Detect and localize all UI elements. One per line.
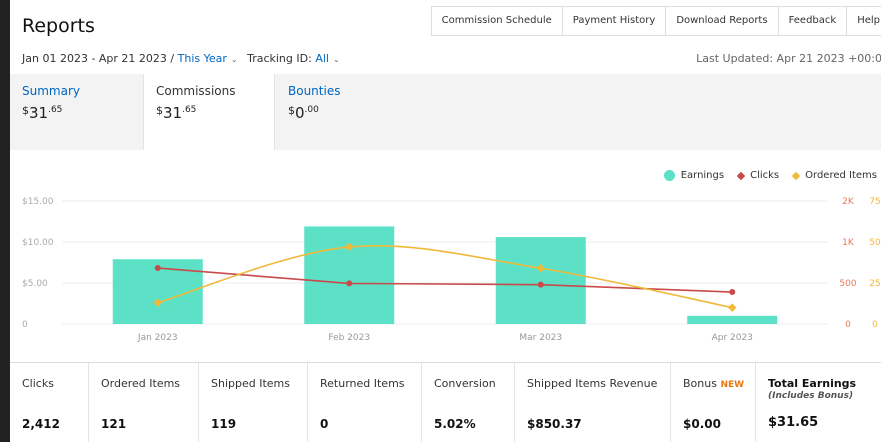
tab-summary-label: Summary: [22, 84, 80, 98]
stats-row: Clicks 2,412 Ordered Items 121 Shipped Ite…: [10, 362, 881, 442]
y-right-ordered-tick-label: 0: [872, 320, 878, 330]
y-right-ordered-tick-label: 50: [869, 238, 881, 248]
stat-conversion: Conversion 5.02%: [422, 363, 515, 442]
tab-summary-amount: $31.65: [22, 104, 63, 122]
y-left-tick-label: $15.00: [22, 197, 54, 207]
y-right-clicks-tick-label: 2K: [842, 197, 855, 207]
header: Reports Commission Schedule Payment Hist…: [10, 0, 881, 74]
legend-ordered-items[interactable]: Ordered Items: [791, 170, 877, 181]
y-right-ordered-tick-label: 25: [869, 279, 880, 289]
legend-earnings[interactable]: Earnings: [663, 170, 724, 181]
earnings-bar: [304, 226, 395, 324]
download-reports-button[interactable]: Download Reports: [666, 7, 779, 35]
chevron-down-icon[interactable]: ⌄: [333, 55, 340, 64]
commission-schedule-button[interactable]: Commission Schedule: [431, 7, 563, 35]
y-right-clicks-tick-label: 0: [845, 320, 851, 330]
legend-clicks[interactable]: Clicks: [736, 170, 779, 181]
filter-bar: Jan 01 2023 - Apr 21 2023 / This Year ⌄ T…: [22, 52, 346, 65]
tab-bounties-label: Bounties: [288, 84, 341, 98]
stat-clicks: Clicks 2,412: [10, 363, 89, 442]
page-title: Reports: [22, 15, 95, 37]
clicks-marker-icon: [736, 171, 746, 180]
stat-ordered-items: Ordered Items 121: [89, 363, 199, 442]
stat-total-earnings: Total Earnings (Includes Bonus) $31.65: [768, 377, 857, 430]
payment-history-button[interactable]: Payment History: [562, 7, 667, 35]
clicks-point: [154, 265, 161, 272]
earnings-chart: $15.00 2K 75$10.00 1K 50$5.00 500 250 0 0Jan 202…: [22, 197, 881, 343]
x-tick-label: Mar 2023: [519, 333, 562, 343]
date-preset-dropdown[interactable]: This Year: [178, 52, 227, 65]
ordered-marker-icon: [791, 171, 801, 180]
new-badge: NEW: [720, 380, 745, 390]
tab-summary[interactable]: Summary $31.65: [10, 74, 142, 150]
clicks-point: [346, 280, 353, 287]
y-right-ordered-tick-label: 75: [869, 197, 880, 207]
tab-commissions-label: Commissions: [156, 84, 236, 98]
chart-area: $15.00 2K 75 $10.00 1K 50 $5.00 500 25 0 0 0 Jan 202…: [10, 150, 881, 360]
tracking-id-label: Tracking ID:: [247, 52, 312, 65]
earnings-bar: [495, 237, 586, 324]
clicks-point: [537, 281, 544, 288]
ordered-items-line: [157, 244, 733, 309]
earnings-bar: [687, 315, 778, 324]
stat-shipped-revenue: Shipped Items Revenue $850.37: [515, 363, 671, 442]
y-right-clicks-tick-label: 500: [839, 279, 856, 289]
tab-bounties[interactable]: Bounties $0.00: [276, 74, 408, 150]
stat-shipped-items: Shipped Items 119: [199, 363, 308, 442]
y-left-tick-label: $5.00: [22, 279, 48, 289]
x-tick-label: Feb 2023: [328, 333, 370, 343]
tab-commissions-amount: $31.65: [156, 104, 197, 122]
ordered-items-point: [728, 303, 737, 312]
summary-tabs: Summary $31.65 Commissions $31.65 Bounti…: [10, 74, 881, 152]
tab-bounties-amount: $0.00: [288, 104, 319, 122]
x-tick-label: Jan 2023: [137, 333, 178, 343]
help-button[interactable]: Help: [847, 7, 881, 35]
stat-returned-items: Returned Items 0: [308, 363, 422, 442]
reports-page: Reports Commission Schedule Payment Hist…: [10, 0, 881, 442]
earnings-dot-icon: [663, 170, 675, 181]
tab-commissions[interactable]: Commissions $31.65: [143, 74, 275, 152]
stat-bonus: Bonus NEW $0.00: [671, 363, 756, 442]
report-subnav: Commission Schedule Payment History Down…: [430, 6, 881, 36]
last-updated-text: Last Updated: Apr 21 2023 +00:00: [696, 52, 881, 65]
date-range-text: Jan 01 2023 - Apr 21 2023 /: [22, 52, 178, 65]
clicks-point: [729, 289, 736, 296]
tracking-id-dropdown[interactable]: All: [315, 52, 329, 65]
feedback-button[interactable]: Feedback: [778, 7, 848, 35]
chart-legend: Earnings Clicks Ordered Items: [663, 170, 881, 181]
y-right-clicks-tick-label: 1K: [842, 238, 855, 248]
y-left-tick-label: $10.00: [22, 238, 54, 248]
y-left-tick-label: 0: [22, 320, 28, 330]
x-tick-label: Apr 2023: [712, 333, 753, 343]
chevron-down-icon[interactable]: ⌄: [231, 55, 238, 64]
